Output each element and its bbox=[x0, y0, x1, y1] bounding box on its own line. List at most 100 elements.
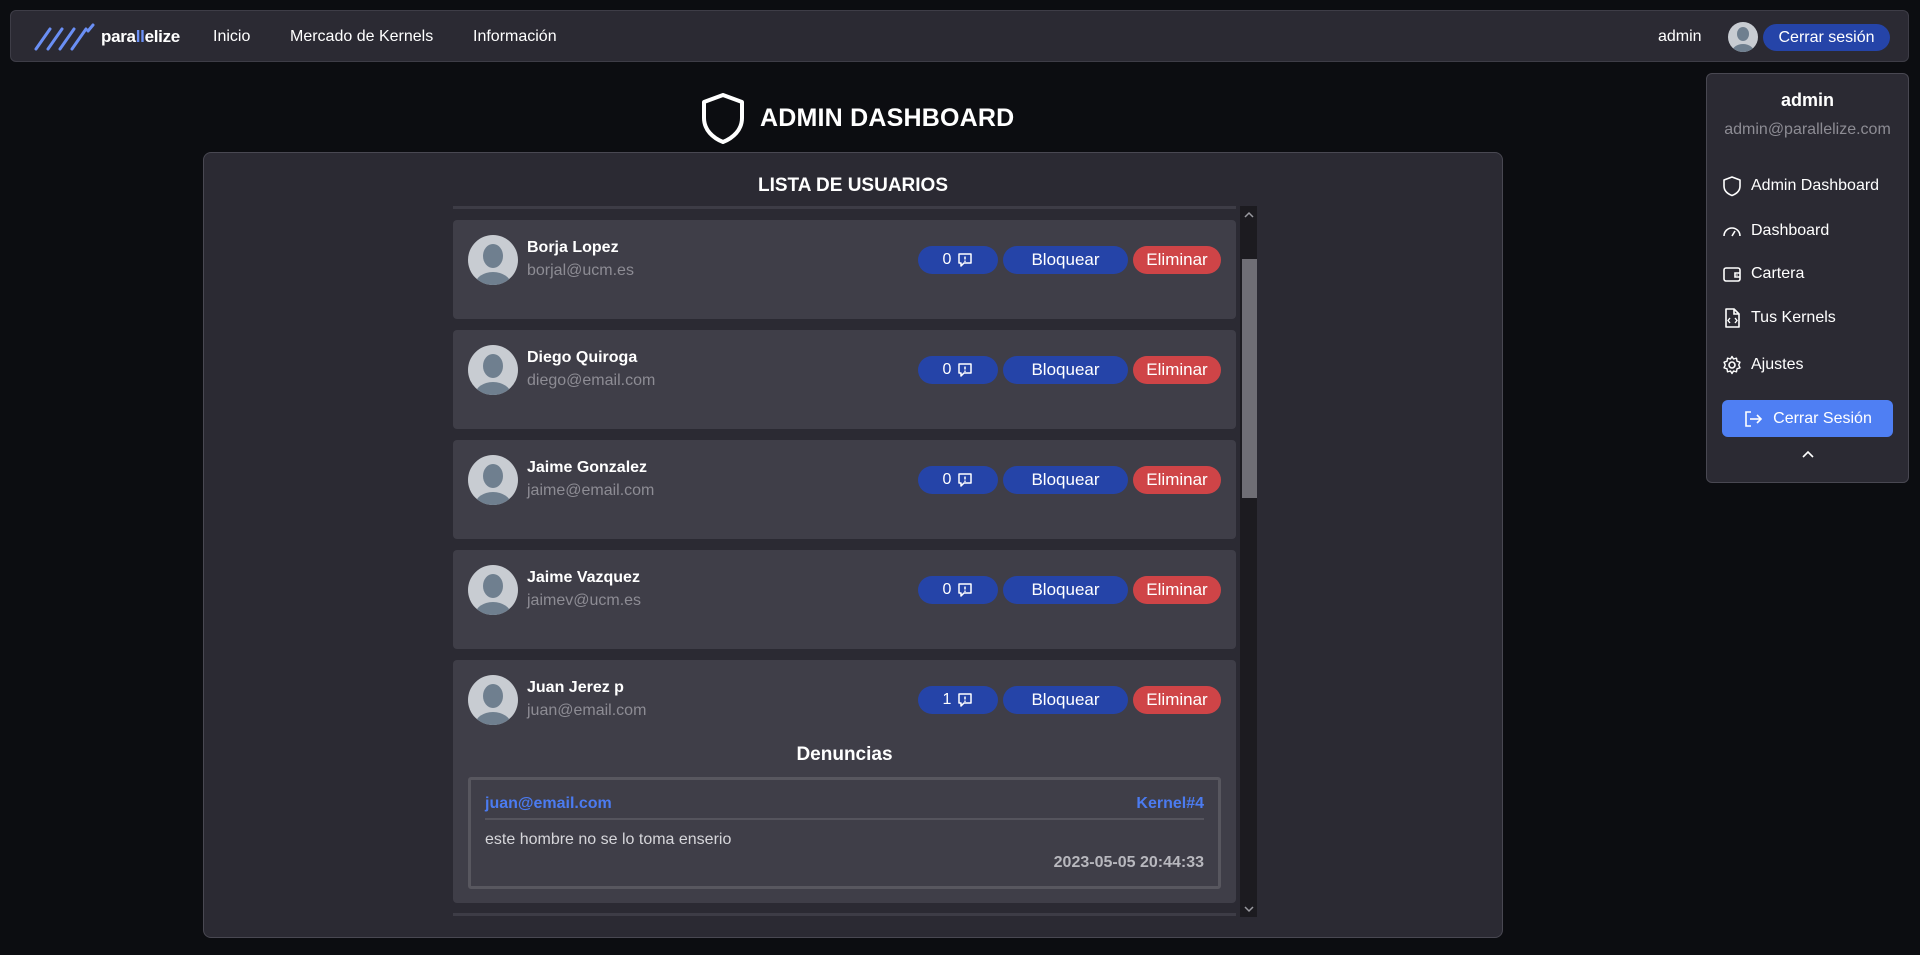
menu-item-dashboard[interactable]: Dashboard bbox=[1721, 218, 1829, 244]
dropdown-username: admin bbox=[1780, 90, 1834, 110]
avatar bbox=[468, 235, 518, 285]
logo[interactable]: parallelize bbox=[33, 23, 180, 51]
chevron-down-icon bbox=[1243, 905, 1254, 912]
avatar bbox=[468, 345, 518, 395]
user-email: juan@email.com bbox=[527, 702, 647, 719]
delete-button[interactable]: Eliminar bbox=[1133, 576, 1221, 604]
menu-item-ajustes[interactable]: Ajustes bbox=[1721, 352, 1803, 378]
reports-count: 0 bbox=[942, 471, 952, 488]
delete-button[interactable]: Eliminar bbox=[1133, 246, 1221, 274]
top-navbar: parallelize Inicio Mercado de Kernels In… bbox=[10, 10, 1909, 62]
user-list[interactable]: Borja Lopez borjal@ucm.es 0 Bloquear Eli… bbox=[453, 206, 1253, 917]
wallet-icon bbox=[1721, 263, 1743, 285]
user-email: jaime@email.com bbox=[527, 482, 655, 499]
scroll-down-arrow[interactable] bbox=[1240, 900, 1257, 917]
logo-text: parallelize bbox=[101, 27, 180, 46]
menu-item-label: Dashboard bbox=[1751, 222, 1830, 239]
reports-count-button[interactable]: 0 bbox=[918, 576, 998, 604]
menu-item-admin-dashboard[interactable]: Admin Dashboard bbox=[1721, 173, 1879, 199]
avatar[interactable] bbox=[1728, 22, 1758, 52]
divider bbox=[453, 913, 1236, 916]
reports-count: 0 bbox=[942, 581, 952, 598]
report-reporter-link[interactable]: juan@email.com bbox=[485, 795, 612, 813]
user-name: Jaime Vazquez bbox=[527, 569, 640, 586]
block-button[interactable]: Bloquear bbox=[1003, 576, 1128, 604]
list-item: Jaime Vazquez jaimev@ucm.es 0 Bloquear E… bbox=[453, 550, 1236, 649]
nav-link-informacion[interactable]: Información bbox=[473, 28, 557, 46]
delete-button[interactable]: Eliminar bbox=[1133, 686, 1221, 714]
user-email: diego@email.com bbox=[527, 372, 656, 389]
user-avatar-icon bbox=[475, 684, 511, 725]
block-button[interactable]: Bloquear bbox=[1003, 246, 1128, 274]
divider bbox=[453, 206, 1236, 209]
reports-count-button[interactable]: 1 bbox=[918, 686, 998, 714]
gauge-icon bbox=[1721, 220, 1743, 242]
menu-item-label: Ajustes bbox=[1751, 356, 1804, 373]
chevron-up-icon bbox=[1802, 450, 1814, 458]
logo-stripes-icon bbox=[34, 23, 95, 51]
list-item: Borja Lopez borjal@ucm.es 0 Bloquear Eli… bbox=[453, 220, 1236, 319]
logout-icon bbox=[1745, 410, 1763, 427]
user-avatar-icon bbox=[1732, 27, 1754, 52]
user-list-scrollbar[interactable] bbox=[1240, 206, 1257, 917]
list-item: Juan Jerez p juan@email.com 1 Bloquear E… bbox=[453, 660, 1236, 903]
report-icon bbox=[958, 363, 973, 377]
page-title: ADMIN DASHBOARD bbox=[760, 103, 1015, 132]
avatar bbox=[468, 675, 518, 725]
shield-icon bbox=[702, 93, 744, 144]
report-date: 2023-05-05 20:44:33 bbox=[1053, 854, 1204, 871]
shield-icon bbox=[1721, 175, 1743, 197]
user-email: jaimev@ucm.es bbox=[527, 592, 642, 609]
user-avatar-icon bbox=[475, 464, 511, 505]
block-button[interactable]: Bloquear bbox=[1003, 356, 1128, 384]
delete-button[interactable]: Eliminar bbox=[1133, 466, 1221, 494]
menu-item-cartera[interactable]: Cartera bbox=[1721, 261, 1804, 287]
logout-button[interactable]: Cerrar sesión bbox=[1763, 24, 1890, 51]
reports-count-button[interactable]: 0 bbox=[918, 356, 998, 384]
users-panel-title: LISTA DE USUARIOS bbox=[757, 175, 948, 196]
reports-count-button[interactable]: 0 bbox=[918, 466, 998, 494]
report-icon bbox=[958, 583, 973, 597]
nav-link-inicio[interactable]: Inicio bbox=[213, 28, 250, 46]
page-header: ADMIN DASHBOARD bbox=[700, 92, 1014, 144]
reports-count: 0 bbox=[942, 361, 952, 378]
report-kernel-link[interactable]: Kernel#4 bbox=[1136, 795, 1204, 813]
avatar bbox=[468, 565, 518, 615]
report-text: este hombre no se lo toma enserio bbox=[485, 831, 732, 848]
user-dropdown-menu: admin admin@parallelize.com Admin Dashbo… bbox=[1706, 73, 1909, 483]
chevron-up-icon bbox=[1243, 211, 1254, 218]
dropdown-logout-button[interactable]: Cerrar Sesión bbox=[1722, 400, 1893, 437]
report-icon bbox=[958, 693, 973, 707]
nav-username: admin bbox=[1658, 28, 1702, 45]
divider bbox=[485, 818, 1204, 820]
collapse-dropdown-button[interactable] bbox=[1798, 446, 1818, 462]
menu-item-label: Admin Dashboard bbox=[1751, 177, 1880, 194]
gear-icon bbox=[1721, 354, 1743, 376]
reports-count: 0 bbox=[942, 251, 952, 268]
menu-item-label: Tus Kernels bbox=[1751, 309, 1836, 326]
scroll-up-arrow[interactable] bbox=[1240, 206, 1257, 223]
user-avatar-icon bbox=[475, 574, 511, 615]
block-button[interactable]: Bloquear bbox=[1003, 686, 1128, 714]
list-item: Diego Quiroga diego@email.com 0 Bloquear… bbox=[453, 330, 1236, 429]
reports-count-button[interactable]: 0 bbox=[918, 246, 998, 274]
report-card: juan@email.com Kernel#4 este hombre no s… bbox=[468, 777, 1221, 889]
reports-section-title: Denuncias bbox=[796, 744, 893, 765]
reports-count: 1 bbox=[942, 691, 952, 708]
delete-button[interactable]: Eliminar bbox=[1133, 356, 1221, 384]
dropdown-email: admin@parallelize.com bbox=[1724, 121, 1891, 138]
user-avatar-icon bbox=[475, 244, 511, 285]
report-icon bbox=[958, 253, 973, 267]
scroll-thumb[interactable] bbox=[1242, 259, 1257, 498]
avatar bbox=[468, 455, 518, 505]
block-button[interactable]: Bloquear bbox=[1003, 466, 1128, 494]
user-name: Borja Lopez bbox=[527, 239, 619, 256]
menu-item-tus-kernels[interactable]: Tus Kernels bbox=[1721, 305, 1836, 331]
report-icon bbox=[958, 473, 973, 487]
user-avatar-icon bbox=[475, 354, 511, 395]
nav-link-mercado[interactable]: Mercado de Kernels bbox=[290, 28, 433, 46]
dropdown-logout-label: Cerrar Sesión bbox=[1773, 409, 1872, 427]
user-name: Juan Jerez p bbox=[527, 679, 624, 696]
user-name: Jaime Gonzalez bbox=[527, 459, 648, 476]
users-panel: LISTA DE USUARIOS Borja Lopez borjal@ucm… bbox=[203, 152, 1503, 938]
